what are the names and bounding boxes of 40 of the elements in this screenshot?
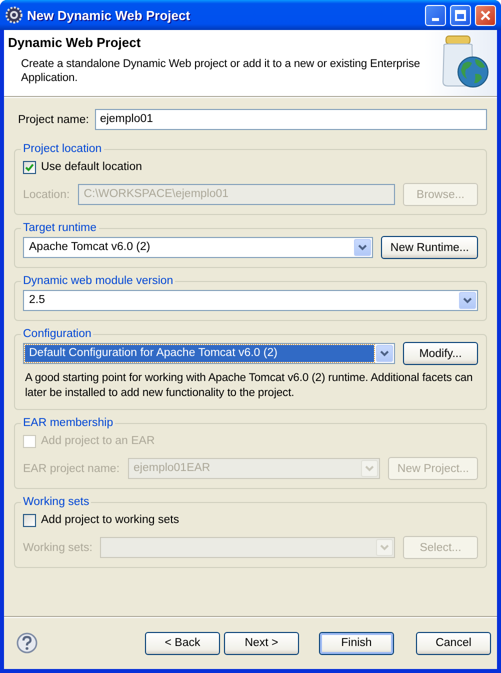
dropdown[interactable]: Default Configuration for Apache Tomcat v6.0 (2)	[23, 343, 395, 364]
maximize-icon	[455, 10, 466, 20]
wizard-button[interactable]: Finish	[319, 632, 394, 654]
close-icon	[480, 10, 491, 20]
chevron-down-icon[interactable]	[459, 292, 476, 309]
text-field[interactable]: ejemplo01	[94, 109, 487, 130]
checkbox-label: Add project to an EAR	[41, 435, 155, 447]
group-title: Dynamic web module version	[22, 275, 174, 287]
checkbox-label: Add project to working sets	[41, 514, 180, 526]
minimize-button[interactable]	[425, 4, 446, 26]
group-title: Target runtime	[22, 222, 98, 234]
group-title: Configuration	[22, 328, 92, 340]
close-button[interactable]	[475, 4, 496, 26]
field-label: Working sets:	[23, 542, 92, 554]
minimize-icon	[432, 18, 439, 20]
side-button[interactable]: Modify...	[403, 342, 478, 365]
side-button[interactable]: New Runtime...	[381, 236, 478, 259]
page-description: Create a standalone Dynamic Web project or add it to a new or existing Enterprise Application.	[21, 57, 422, 85]
app-icon	[5, 6, 23, 24]
group-title: Project location	[22, 143, 103, 155]
wizard-button[interactable]: Cancel	[416, 632, 491, 654]
checkbox[interactable]	[23, 160, 36, 174]
dropdown[interactable]: 2.5	[23, 290, 478, 311]
chevron-down-icon[interactable]	[376, 345, 393, 362]
wizard-button[interactable]: Next >	[224, 632, 299, 654]
description-text: A good starting point for working with Apache Tomcat v6.0 (2) runtime. Additional facets can later be installed to add new functionality to the project.	[25, 371, 474, 401]
field-label: Project name:	[18, 114, 89, 126]
help-icon[interactable]	[16, 632, 38, 654]
checkbox[interactable]	[23, 514, 36, 526]
wizard-button[interactable]: < Back	[145, 632, 220, 654]
group-title: Working sets	[22, 496, 90, 508]
maximize-button[interactable]	[450, 4, 471, 26]
field-label: Location:	[23, 188, 70, 200]
page-title: Dynamic Web Project	[8, 35, 142, 50]
field-label: EAR project name:	[23, 462, 120, 474]
checkbox-label: Use default location	[41, 161, 142, 173]
dropdown[interactable]: Apache Tomcat v6.0 (2)	[23, 237, 374, 258]
chevron-down-icon[interactable]	[354, 239, 372, 256]
group-title: EAR membership	[22, 417, 114, 429]
window-title: New Dynamic Web Project	[27, 8, 192, 22]
